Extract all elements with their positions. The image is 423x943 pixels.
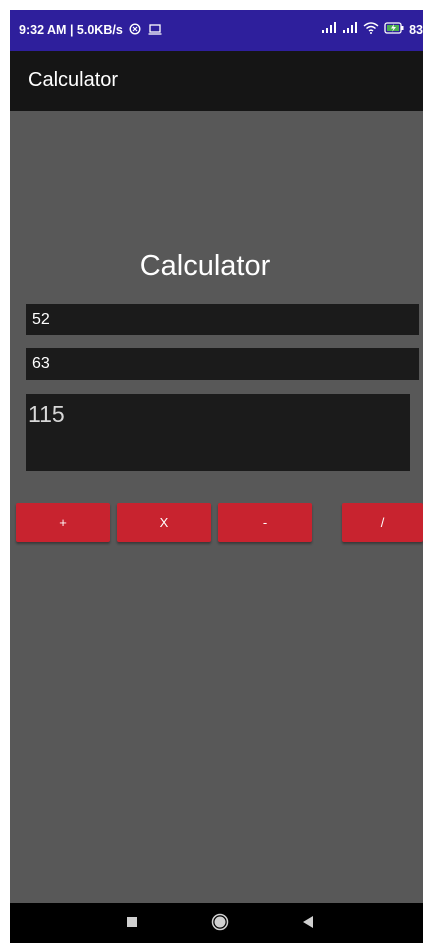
subtract-button[interactable]: - bbox=[218, 503, 312, 542]
screen-icon bbox=[148, 23, 162, 38]
battery-charging-icon bbox=[384, 22, 404, 37]
multiply-button[interactable]: X bbox=[117, 503, 211, 542]
first-number-input[interactable] bbox=[26, 304, 419, 335]
app-title: Calculator bbox=[28, 69, 119, 91]
signal-icon bbox=[342, 22, 358, 37]
battery-level: 83 bbox=[409, 22, 423, 37]
second-number-input[interactable] bbox=[26, 348, 419, 380]
back-icon[interactable] bbox=[302, 915, 314, 929]
status-time-speed: 9:32 AM | 5.0KB/s bbox=[19, 23, 123, 37]
vpn-icon bbox=[129, 23, 141, 38]
navigation-bar bbox=[10, 903, 423, 943]
result-display: 115 bbox=[26, 394, 410, 471]
status-bar: 9:32 AM | 5.0KB/s 83 bbox=[10, 10, 423, 51]
status-left: 9:32 AM | 5.0KB/s bbox=[19, 23, 162, 38]
phone-screen: 9:32 AM | 5.0KB/s 83 Calculator Calculat… bbox=[10, 10, 423, 943]
signal-icon bbox=[321, 22, 337, 37]
page-heading: Calculator bbox=[139, 250, 271, 282]
result-value: 115 bbox=[28, 401, 65, 427]
recents-icon[interactable] bbox=[127, 917, 137, 927]
app-bar: Calculator bbox=[10, 51, 423, 111]
add-button[interactable]: + bbox=[16, 503, 110, 542]
divide-button[interactable]: / bbox=[342, 503, 423, 542]
status-right: 83 bbox=[321, 22, 423, 37]
home-icon[interactable] bbox=[211, 913, 229, 931]
wifi-icon bbox=[363, 22, 379, 37]
